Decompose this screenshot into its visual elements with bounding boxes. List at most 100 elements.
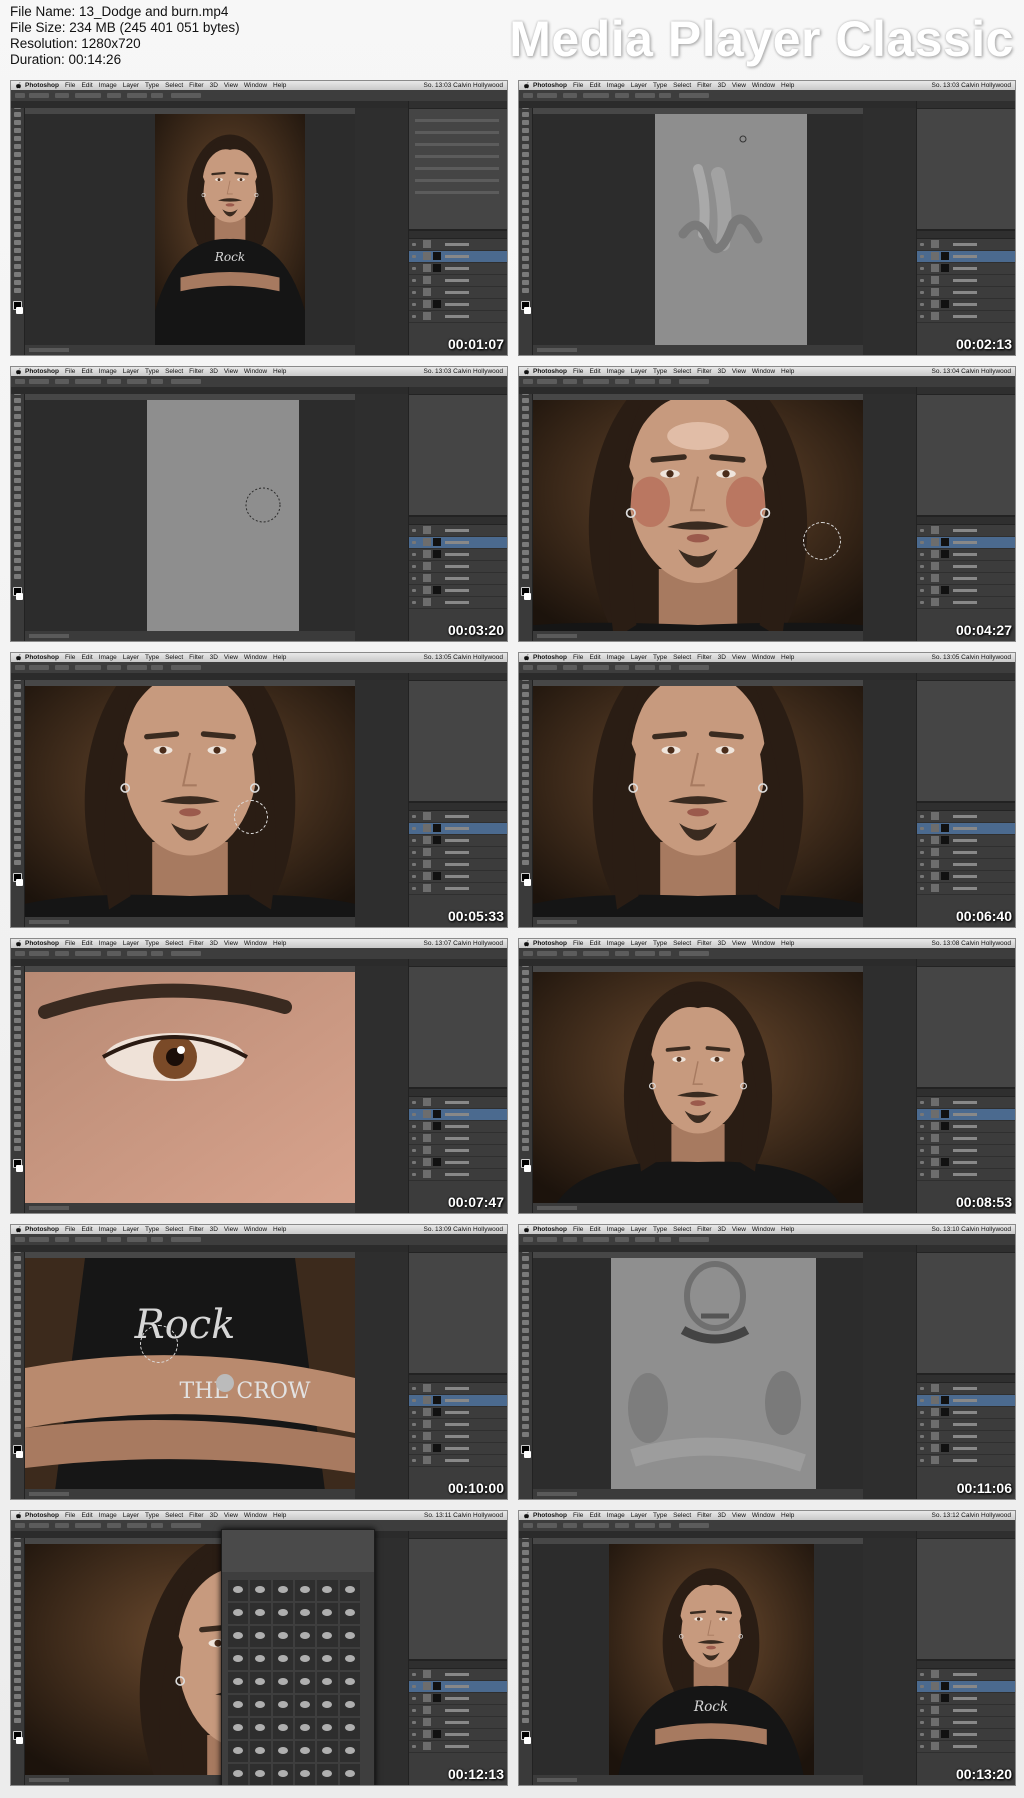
menu-item-photoshop[interactable]: Photoshop — [25, 940, 59, 947]
tool-icon[interactable] — [522, 462, 529, 467]
tool-icon[interactable] — [14, 502, 21, 507]
tool-icon[interactable] — [14, 1320, 21, 1325]
layer-row[interactable] — [917, 561, 1015, 573]
layer-row[interactable] — [917, 823, 1015, 835]
visibility-eye-icon[interactable] — [412, 1697, 416, 1700]
tool-icon[interactable] — [14, 1574, 21, 1579]
visibility-eye-icon[interactable] — [920, 291, 924, 294]
option-control[interactable] — [29, 1523, 49, 1528]
tool-icon[interactable] — [14, 1002, 21, 1007]
visibility-eye-icon[interactable] — [412, 1411, 416, 1414]
menu-item-type[interactable]: Type — [653, 1226, 667, 1233]
tool-icon[interactable] — [14, 518, 21, 523]
menu-item-view[interactable]: View — [732, 1512, 746, 1519]
background-color-swatch[interactable] — [524, 1737, 531, 1744]
visibility-eye-icon[interactable] — [412, 1685, 416, 1688]
tool-icon[interactable] — [522, 256, 529, 261]
layer-row[interactable] — [409, 251, 507, 263]
option-control[interactable] — [659, 379, 671, 384]
layers-panel-tab[interactable] — [409, 1089, 507, 1097]
background-color-swatch[interactable] — [16, 593, 23, 600]
menu-item-filter[interactable]: Filter — [189, 654, 203, 661]
tool-icon[interactable] — [14, 748, 21, 753]
tool-icon[interactable] — [522, 1042, 529, 1047]
tool-icon[interactable] — [522, 272, 529, 277]
visibility-eye-icon[interactable] — [920, 1387, 924, 1390]
video-thumbnail[interactable]: Photoshop File Edit Image Layer Type Select Fil… — [518, 938, 1016, 1214]
background-color-swatch[interactable] — [16, 879, 23, 886]
tool-icon[interactable] — [14, 486, 21, 491]
video-thumbnail[interactable]: Photoshop File Edit Image Layer Type Select Fil… — [518, 1510, 1016, 1786]
tool-icon[interactable] — [522, 152, 529, 157]
option-control[interactable] — [15, 665, 25, 670]
visibility-eye-icon[interactable] — [920, 1113, 924, 1116]
menu-item-file[interactable]: File — [573, 82, 583, 89]
option-control[interactable] — [615, 951, 629, 956]
menu-item-select[interactable]: Select — [673, 940, 691, 947]
tool-icon[interactable] — [14, 1034, 21, 1039]
tool-icon[interactable] — [522, 1376, 529, 1381]
menu-item-window[interactable]: Window — [244, 368, 267, 375]
menu-item-photoshop[interactable]: Photoshop — [533, 368, 567, 375]
layer-row[interactable] — [917, 573, 1015, 585]
tool-icon[interactable] — [522, 1702, 529, 1707]
tool-icon[interactable] — [522, 566, 529, 571]
option-control[interactable] — [75, 93, 101, 98]
tool-icon[interactable] — [14, 224, 21, 229]
brush-tip[interactable] — [272, 1695, 293, 1716]
tool-icon[interactable] — [14, 1662, 21, 1667]
tool-icon[interactable] — [522, 1328, 529, 1333]
document-canvas[interactable] — [25, 400, 355, 633]
option-control[interactable] — [75, 379, 101, 384]
tool-icon[interactable] — [522, 1598, 529, 1603]
tool-icon[interactable] — [522, 144, 529, 149]
tool-icon[interactable] — [14, 478, 21, 483]
tool-icon[interactable] — [522, 804, 529, 809]
tool-icon[interactable] — [14, 836, 21, 841]
tool-icon[interactable] — [14, 1312, 21, 1317]
background-color-swatch[interactable] — [16, 1165, 23, 1172]
option-control[interactable] — [659, 951, 671, 956]
menu-item-3d[interactable]: 3D — [718, 368, 726, 375]
tool-icon[interactable] — [14, 764, 21, 769]
visibility-eye-icon[interactable] — [412, 243, 416, 246]
menu-item-filter[interactable]: Filter — [189, 940, 203, 947]
menu-item-layer[interactable]: Layer — [123, 1512, 139, 1519]
option-control[interactable] — [615, 1237, 629, 1242]
menu-item-edit[interactable]: Edit — [589, 654, 600, 661]
visibility-eye-icon[interactable] — [412, 279, 416, 282]
visibility-eye-icon[interactable] — [920, 839, 924, 842]
option-control[interactable] — [55, 379, 69, 384]
properties-panel-tab[interactable] — [409, 1245, 507, 1253]
layer-row[interactable] — [409, 1383, 507, 1395]
option-control[interactable] — [55, 93, 69, 98]
menu-item-select[interactable]: Select — [165, 1512, 183, 1519]
option-control[interactable] — [15, 1523, 25, 1528]
tool-icon[interactable] — [522, 1542, 529, 1547]
menu-item-filter[interactable]: Filter — [697, 654, 711, 661]
layer-row[interactable] — [409, 1407, 507, 1419]
tool-icon[interactable] — [14, 208, 21, 213]
brush-tip[interactable] — [250, 1672, 271, 1693]
menu-item-filter[interactable]: Filter — [189, 1512, 203, 1519]
brush-tip[interactable] — [272, 1626, 293, 1647]
visibility-eye-icon[interactable] — [412, 1733, 416, 1736]
visibility-eye-icon[interactable] — [412, 1423, 416, 1426]
menu-item-view[interactable]: View — [732, 940, 746, 947]
layers-panel-tab[interactable] — [917, 517, 1015, 525]
tool-icon[interactable] — [14, 994, 21, 999]
visibility-eye-icon[interactable] — [920, 1125, 924, 1128]
option-control[interactable] — [29, 93, 49, 98]
visibility-eye-icon[interactable] — [920, 541, 924, 544]
tool-icon[interactable] — [14, 1106, 21, 1111]
property-slider[interactable] — [415, 119, 499, 122]
menu-item-edit[interactable]: Edit — [81, 1226, 92, 1233]
tool-icon[interactable] — [14, 1138, 21, 1143]
visibility-eye-icon[interactable] — [920, 1411, 924, 1414]
tool-icon[interactable] — [522, 1122, 529, 1127]
tool-icon[interactable] — [522, 526, 529, 531]
menu-item-view[interactable]: View — [224, 1226, 238, 1233]
menu-item-window[interactable]: Window — [752, 368, 775, 375]
tool-icon[interactable] — [522, 1710, 529, 1715]
properties-panel-tab[interactable] — [917, 673, 1015, 681]
